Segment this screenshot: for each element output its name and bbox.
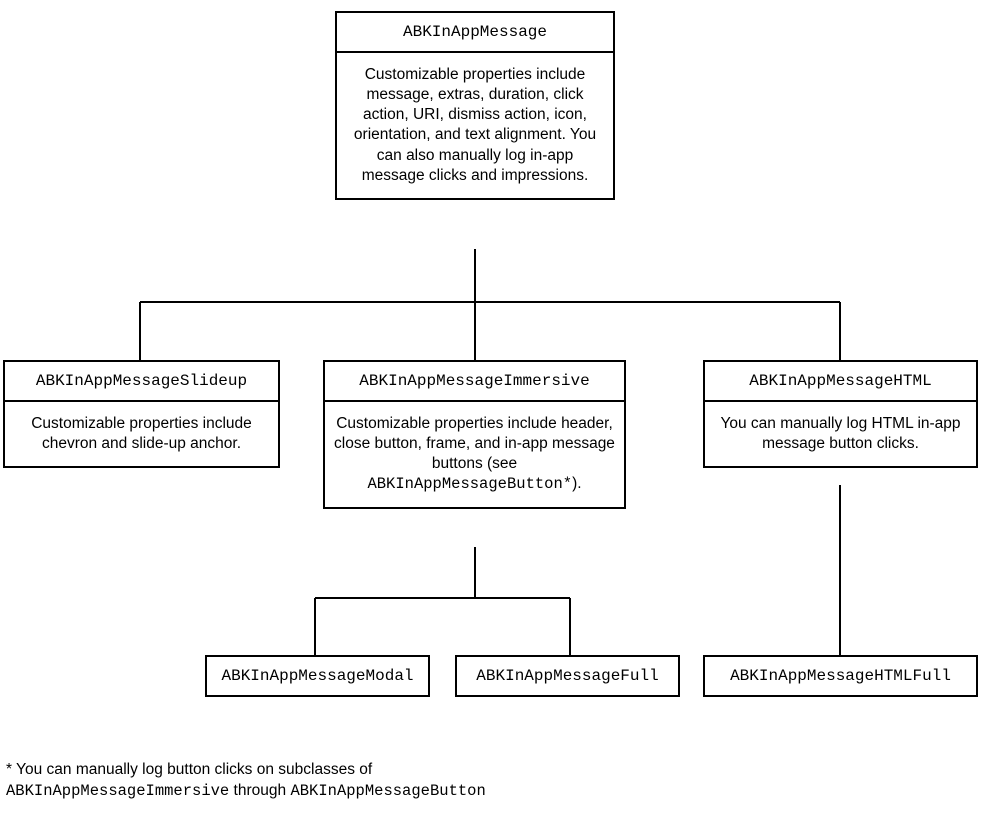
class-title: ABKInAppMessageHTMLFull — [705, 657, 976, 695]
desc-text-pre: Customizable properties include header, … — [334, 415, 615, 472]
class-box-full: ABKInAppMessageFull — [455, 655, 680, 697]
class-title: ABKInAppMessageSlideup — [5, 362, 278, 402]
class-box-html: ABKInAppMessageHTML You can manually log… — [703, 360, 978, 468]
class-title: ABKInAppMessageModal — [207, 657, 428, 695]
footnote-text-pre: * You can manually log button clicks on … — [6, 761, 372, 778]
footnote: * You can manually log button clicks on … — [6, 760, 606, 802]
class-box-immersive: ABKInAppMessageImmersive Customizable pr… — [323, 360, 626, 509]
footnote-text-mid: through — [229, 782, 290, 799]
class-title: ABKInAppMessage — [337, 13, 613, 53]
desc-text-post: ). — [572, 475, 581, 492]
class-box-slideup: ABKInAppMessageSlideup Customizable prop… — [3, 360, 280, 468]
class-box-modal: ABKInAppMessageModal — [205, 655, 430, 697]
class-box-root: ABKInAppMessage Customizable properties … — [335, 11, 615, 200]
class-desc: You can manually log HTML in-app message… — [705, 402, 976, 466]
class-desc: Customizable properties include chevron … — [5, 402, 278, 466]
class-title: ABKInAppMessageImmersive — [325, 362, 624, 402]
class-desc: Customizable properties include message,… — [337, 53, 613, 198]
class-box-htmlfull: ABKInAppMessageHTMLFull — [703, 655, 978, 697]
footnote-code-2: ABKInAppMessageButton — [290, 782, 485, 800]
desc-code: ABKInAppMessageButton* — [367, 475, 572, 493]
class-title: ABKInAppMessageHTML — [705, 362, 976, 402]
class-title: ABKInAppMessageFull — [457, 657, 678, 695]
footnote-code-1: ABKInAppMessageImmersive — [6, 782, 229, 800]
class-desc: Customizable properties include header, … — [325, 402, 624, 507]
